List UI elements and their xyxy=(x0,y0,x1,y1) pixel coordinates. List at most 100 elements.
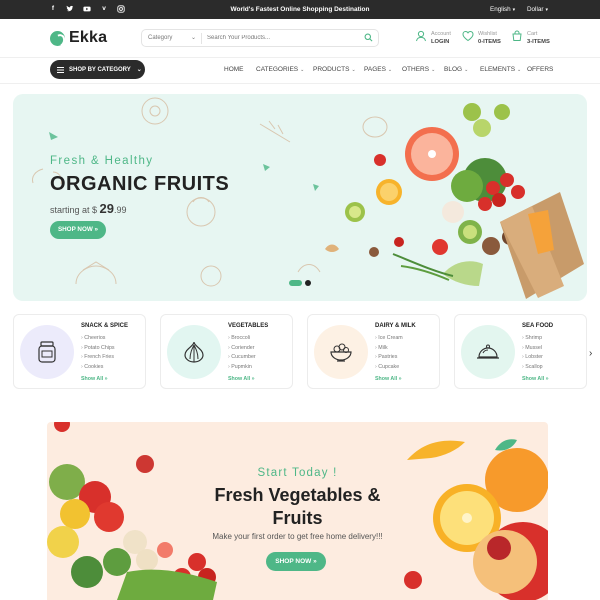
chevron-down-icon: ⌄ xyxy=(300,67,305,73)
nav-products[interactable]: PRODUCTS ⌄ xyxy=(313,66,356,73)
list-item[interactable]: Potato Chips xyxy=(81,344,114,354)
logo-text: Ekka xyxy=(69,29,108,46)
list-item[interactable]: Broccoli xyxy=(228,334,256,344)
category-icon-circle xyxy=(461,325,515,379)
nav-others[interactable]: OTHERS ⌄ xyxy=(402,66,435,73)
chevron-down-icon: ⌄ xyxy=(431,67,436,73)
divider xyxy=(0,57,600,58)
hero-price: starting at $ 29.99 xyxy=(50,201,127,216)
account-label: Account xyxy=(431,31,451,37)
category-icon-circle xyxy=(20,325,74,379)
heart-icon xyxy=(462,30,474,42)
list-item[interactable]: Cucumber xyxy=(228,353,255,363)
slider-dots xyxy=(289,280,311,286)
list-item[interactable]: French Fries xyxy=(81,353,115,363)
bowl-icon xyxy=(330,343,352,362)
chevron-right-icon[interactable]: › xyxy=(589,348,592,359)
account-link[interactable]: Account LOGIN xyxy=(415,30,451,46)
list-item[interactable]: Lobster xyxy=(522,353,543,363)
list-item[interactable]: Cookies xyxy=(81,363,115,373)
category-title: SNACK & SPICE xyxy=(81,323,129,329)
hero-slider: Fresh & Healthy ORGANIC FRUITS starting … xyxy=(13,94,587,301)
top-bar: f v World's Fastest Online Shopping Dest… xyxy=(0,0,600,19)
category-icon-circle xyxy=(314,325,368,379)
nav-blog[interactable]: BLOG ⌄ xyxy=(444,66,468,73)
search-icon[interactable] xyxy=(364,33,373,44)
nav-elements[interactable]: ELEMENTS ⌄ xyxy=(480,66,521,73)
category-list: Shrimp Mussel Lobster Scallop xyxy=(522,334,543,373)
hero-shop-now-button[interactable]: SHOP NOW » xyxy=(50,221,106,239)
category-card-vegetables[interactable]: VEGETABLES Broccoli Coriender Cucumber P… xyxy=(160,314,293,389)
list-item[interactable]: Milk xyxy=(375,344,403,354)
search-input[interactable] xyxy=(207,32,357,44)
banner-kicker: Start Today ! xyxy=(257,467,338,479)
login-text: LOGIN xyxy=(431,39,450,45)
chevron-down-icon: ⌄ xyxy=(387,67,393,73)
category-title: SEA FOOD xyxy=(522,323,554,329)
nav-categories[interactable]: CATEGORIES ⌄ xyxy=(256,66,304,73)
shop-by-category-label: SHOP BY CATEGORY xyxy=(69,66,131,73)
cart-icon xyxy=(512,30,522,41)
list-item[interactable]: Shrimp xyxy=(522,334,543,344)
show-all-link[interactable]: Show All » xyxy=(81,376,108,382)
user-icon xyxy=(416,30,426,42)
category-title: VEGETABLES xyxy=(228,323,269,329)
chevron-down-icon: ⌄ xyxy=(136,67,142,73)
onion-icon xyxy=(184,341,204,363)
price-cents: .99 xyxy=(114,205,127,215)
language-selector[interactable]: English ▾ xyxy=(490,6,515,13)
slider-dot-active[interactable] xyxy=(289,280,302,286)
cart-link[interactable]: Cart 3-ITEMS xyxy=(511,30,550,46)
chevron-down-icon: ▾ xyxy=(512,7,516,13)
show-all-link[interactable]: Show All » xyxy=(522,376,549,382)
search-bar: Category ⌄ xyxy=(141,29,379,47)
currency-selector[interactable]: Dollar ▾ xyxy=(527,6,548,13)
list-item[interactable]: Coriender xyxy=(228,344,256,354)
category-card-dairy-milk[interactable]: DAIRY & MILK Ice Cream Milk Pastries Cup… xyxy=(307,314,440,389)
wishlist-link[interactable]: Wishlist 0-ITEMS xyxy=(462,30,501,46)
show-all-link[interactable]: Show All » xyxy=(375,376,402,382)
shop-by-category-button[interactable]: SHOP BY CATEGORY ⌄ xyxy=(50,60,145,79)
cart-count: 3-ITEMS xyxy=(527,39,550,45)
chevron-down-icon: ⌄ xyxy=(191,35,197,41)
menu-icon xyxy=(57,66,64,73)
show-all-link[interactable]: Show All » xyxy=(228,376,255,382)
hero-title: ORGANIC FRUITS xyxy=(50,173,230,195)
hero-starting-text: starting at $ xyxy=(50,205,98,215)
nav-offers[interactable]: OFFERS xyxy=(527,66,553,73)
banner-description: Make your first order to get free home d… xyxy=(212,532,383,541)
chevron-down-icon: ▾ xyxy=(545,7,548,13)
logo-icon xyxy=(50,30,65,46)
divider xyxy=(0,83,600,84)
wishlist-count: 0-ITEMS xyxy=(478,39,501,45)
list-item[interactable]: Cupcake xyxy=(375,363,403,373)
wishlist-label: Wishlist xyxy=(478,31,497,37)
nav-home[interactable]: HOME xyxy=(224,66,244,73)
banner-shop-now-button[interactable]: SHOP NOW » xyxy=(266,552,326,571)
list-item[interactable]: Pupmkin xyxy=(228,363,256,373)
list-item[interactable]: Ice Cream xyxy=(375,334,402,344)
banner-title: Fresh Vegetables & Fruits xyxy=(47,484,548,530)
list-item[interactable]: Mussel xyxy=(522,344,543,354)
search-category-select[interactable]: Category xyxy=(148,35,172,41)
nav-pages[interactable]: PAGES ⌄ xyxy=(364,66,392,73)
category-card-snack-spice[interactable]: SNACK & SPICE Cheerios Potato Chips Fren… xyxy=(13,314,146,389)
list-item[interactable]: Cheerios xyxy=(81,334,115,344)
cloche-icon xyxy=(477,344,499,359)
list-item[interactable]: Pastries xyxy=(375,353,403,363)
hero-decoration xyxy=(32,97,584,299)
category-list: Broccoli Coriender Cucumber Pupmkin xyxy=(228,334,256,373)
category-icon-circle xyxy=(167,325,221,379)
chevron-down-icon: ⌄ xyxy=(351,67,356,73)
category-list: Cheerios Potato Chips French Fries Cooki… xyxy=(81,334,115,373)
list-item[interactable]: Scallop xyxy=(522,363,543,373)
banner-title-line: Fresh Vegetables & xyxy=(214,485,381,505)
slider-dot[interactable] xyxy=(305,280,311,286)
cart-label: Cart xyxy=(527,31,538,37)
logo[interactable]: Ekka xyxy=(50,29,107,47)
category-title: DAIRY & MILK xyxy=(375,323,416,329)
promo-banner: Start Today ! Fresh Vegetables & Fruits … xyxy=(47,422,548,600)
chevron-down-icon: ⌄ xyxy=(464,67,469,73)
banner-title-line: Fruits xyxy=(272,508,323,528)
category-card-sea-food[interactable]: SEA FOOD Shrimp Mussel Lobster Scallop S… xyxy=(454,314,587,389)
